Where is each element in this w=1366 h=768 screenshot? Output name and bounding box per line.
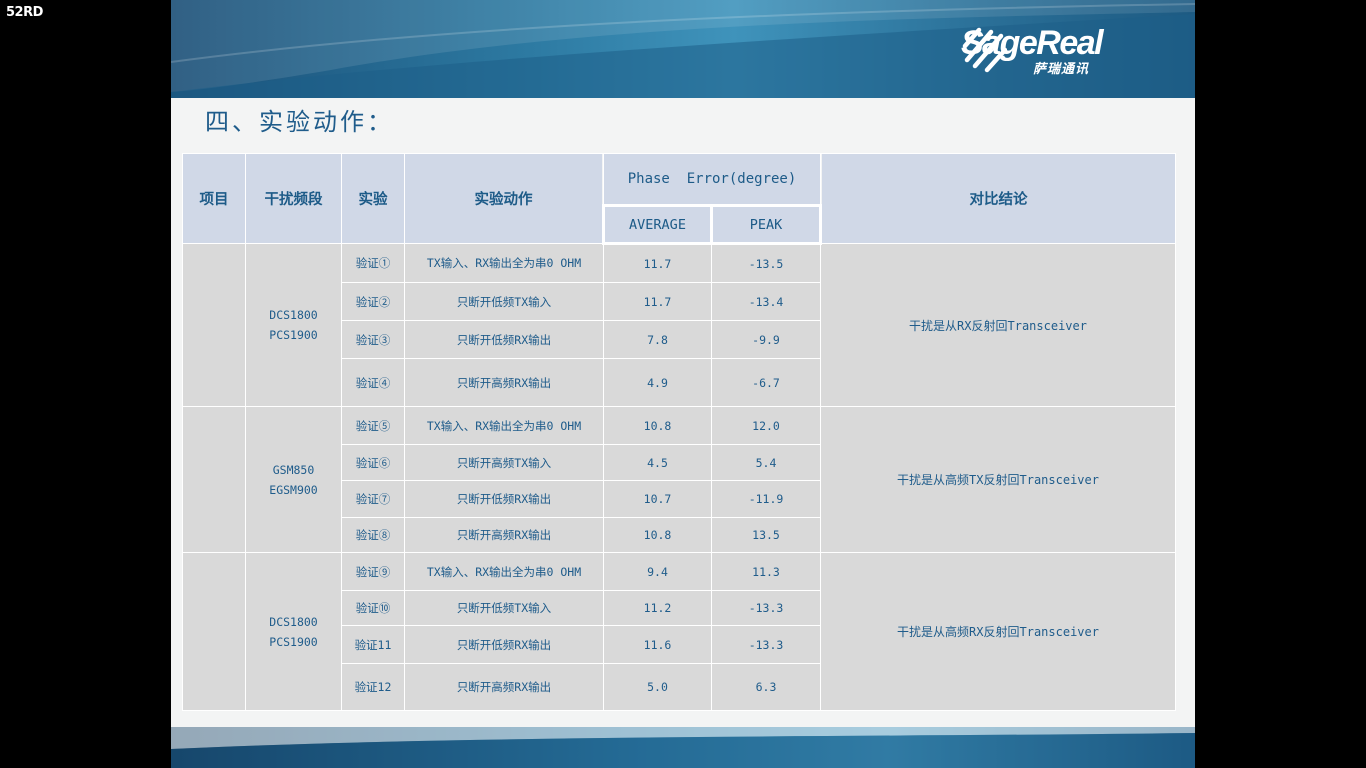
experiment-cell: 验证11: [341, 625, 405, 664]
experiment-cell: 验证⑨: [341, 552, 405, 591]
item-cell: [182, 406, 246, 553]
header-band: 干扰频段: [245, 153, 342, 244]
footer-wave: [171, 727, 1195, 768]
table-row: DCS1800 PCS1900 验证⑨ TX输入、RX输出全为串0 OHM 9.4 11.…: [182, 552, 1177, 711]
header-action: 实验动作: [404, 153, 604, 244]
peak-cell: 13.5: [710, 517, 822, 553]
average-cell: 9.4: [603, 552, 712, 591]
results-table: 项目 干扰频段 实验 实验动作 Phase Error(degree) 对比结论…: [182, 153, 1177, 711]
peak-cell: 6.3: [710, 663, 822, 711]
band-label: DCS1800: [269, 614, 318, 629]
experiment-cell: 验证⑦: [341, 480, 405, 518]
header-banner: SageReal 萨瑞通讯: [171, 0, 1195, 98]
action-cell: 只断开高频RX输出: [404, 358, 604, 407]
conclusion-cell: 干扰是从高频TX反射回Transceiver: [820, 406, 1177, 553]
item-cell: [182, 552, 246, 711]
peak-cell: 12.0: [710, 406, 822, 445]
peak-cell: -6.7: [710, 358, 822, 407]
table-row: DCS1800 PCS1900 验证① TX输入、RX输出全为串0 OHM 11.7 -1…: [182, 243, 1177, 407]
conclusion-cell: 干扰是从高频RX反射回Transceiver: [820, 552, 1177, 711]
experiment-cell: 验证④: [341, 358, 405, 407]
peak-cell: -13.3: [710, 625, 822, 664]
average-cell: 7.8: [603, 320, 712, 359]
average-cell: 11.7: [603, 282, 712, 321]
logo-subtitle: 萨瑞通讯: [1033, 62, 1090, 77]
peak-cell: -13.4: [710, 282, 822, 321]
band-label: PCS1900: [269, 328, 318, 342]
action-cell: 只断开低频TX输入: [404, 282, 604, 321]
band-label: PCS1900: [269, 634, 318, 649]
header-average: AVERAGE: [602, 204, 713, 245]
conclusion-cell: 干扰是从RX反射回Transceiver: [820, 243, 1177, 407]
average-cell: 4.9: [603, 358, 712, 407]
header-experiment: 实验: [341, 153, 405, 244]
footer-banner: [171, 727, 1195, 768]
action-cell: TX输入、RX输出全为串0 OHM: [404, 552, 604, 591]
peak-cell: 5.4: [710, 444, 822, 481]
band-label: DCS1800: [269, 308, 318, 322]
peak-cell: -11.9: [710, 480, 822, 518]
header-peak: PEAK: [709, 204, 823, 245]
experiment-cell: 验证⑧: [341, 517, 405, 553]
table-row: GSM850 EGSM900 验证⑤ TX输入、RX输出全为串0 OHM 10.8 12.…: [182, 406, 1177, 553]
header-phase-error: Phase Error(degree): [602, 153, 822, 206]
header-item: 项目: [182, 153, 246, 244]
experiment-cell: 验证①: [341, 243, 405, 283]
header-conclusion: 对比结论: [820, 153, 1177, 244]
peak-cell: -13.3: [710, 590, 822, 626]
peak-cell: 11.3: [710, 552, 822, 591]
action-cell: 只断开低频RX输出: [404, 480, 604, 518]
table-header-row: 项目 干扰频段 实验 实验动作 Phase Error(degree) 对比结论: [182, 153, 1177, 244]
average-cell: 11.6: [603, 625, 712, 664]
average-cell: 11.7: [603, 243, 712, 283]
experiment-cell: 验证⑥: [341, 444, 405, 481]
watermark: 52RD: [6, 5, 43, 20]
peak-cell: -13.5: [710, 243, 822, 283]
experiment-cell: 验证⑤: [341, 406, 405, 445]
band-cell: DCS1800 PCS1900: [245, 552, 342, 711]
peak-cell: -9.9: [710, 320, 822, 359]
band-cell: GSM850 EGSM900: [245, 406, 342, 553]
logo-stripes-icon: [962, 27, 1007, 73]
action-cell: TX输入、RX输出全为串0 OHM: [404, 406, 604, 445]
average-cell: 10.8: [603, 517, 712, 553]
experiment-cell: 验证③: [341, 320, 405, 359]
action-cell: 只断开低频RX输出: [404, 320, 604, 359]
slide: SageReal 萨瑞通讯 四、实验动作： 项目 干扰频段 实验 实验动作 Ph…: [171, 0, 1195, 768]
action-cell: 只断开高频RX输出: [404, 663, 604, 711]
average-cell: 4.5: [603, 444, 712, 481]
average-cell: 10.8: [603, 406, 712, 445]
action-cell: 只断开高频TX输入: [404, 444, 604, 481]
page-title: 四、实验动作：: [205, 108, 394, 136]
action-cell: TX输入、RX输出全为串0 OHM: [404, 243, 604, 283]
experiment-cell: 验证②: [341, 282, 405, 321]
action-cell: 只断开低频TX输入: [404, 590, 604, 626]
logo: SageReal 萨瑞通讯: [961, 24, 1171, 77]
item-cell: [182, 243, 246, 407]
action-cell: 只断开低频RX输出: [404, 625, 604, 664]
average-cell: 10.7: [603, 480, 712, 518]
band-cell: DCS1800 PCS1900: [245, 243, 342, 407]
average-cell: 11.2: [603, 590, 712, 626]
band-label: EGSM900: [269, 482, 318, 497]
band-label: GSM850: [272, 462, 315, 477]
action-cell: 只断开高频RX输出: [404, 517, 604, 553]
average-cell: 5.0: [603, 663, 712, 711]
experiment-cell: 验证12: [341, 663, 405, 711]
experiment-cell: 验证⑩: [341, 590, 405, 626]
